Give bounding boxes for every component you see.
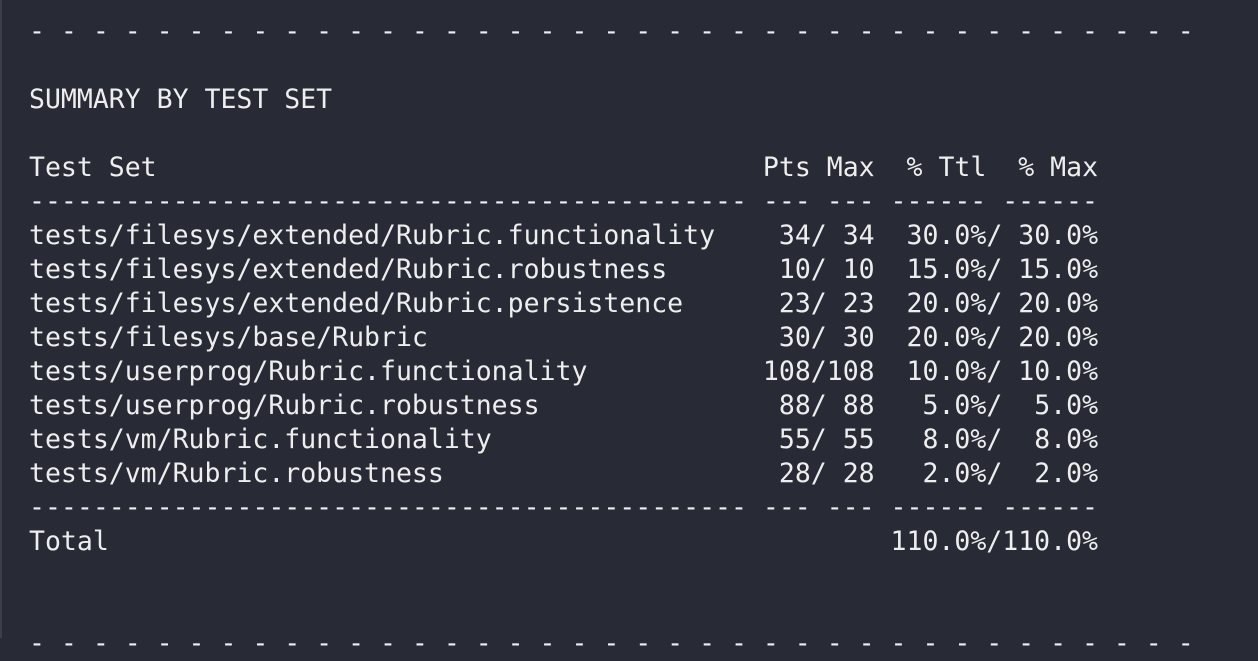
row-pct-ttl: 20.0% — [890, 322, 987, 353]
header-separator: ----------------------------------------… — [29, 186, 1098, 217]
footer-separator: ----------------------------------------… — [29, 492, 1098, 523]
row-pct-ttl: 2.0% — [890, 458, 987, 489]
bottom-dashed-rule: - - - - - - - - - - - - - - - - - - - - … — [29, 628, 1194, 659]
row-pct-max: 20.0% — [1002, 288, 1099, 319]
terminal-output: - - - - - - - - - - - - - - - - - - - - … — [29, 15, 1194, 661]
row-max: 10 — [826, 254, 875, 285]
row-test-set: tests/userprog/Rubric.robustness — [29, 390, 763, 421]
row-max: 28 — [826, 458, 875, 489]
total-pct-ttl: 110.0% — [890, 526, 987, 557]
row-test-set: tests/vm/Rubric.robustness — [29, 458, 763, 489]
row-pct-ttl: 20.0% — [890, 288, 987, 319]
summary-table-rows: tests/filesys/extended/Rubric.functional… — [29, 219, 1194, 491]
row-pts: 55 — [762, 424, 811, 455]
table-row: tests/userprog/Rubric.robustness 88/ 88 … — [29, 390, 1099, 421]
row-pts: 23 — [762, 288, 811, 319]
row-pts: 28 — [762, 458, 811, 489]
row-pct-ttl: 10.0% — [890, 356, 987, 387]
row-pts: 88 — [762, 390, 811, 421]
table-row: tests/vm/Rubric.functionality 55/ 55 8.0… — [29, 424, 1099, 455]
row-test-set: tests/userprog/Rubric.functionality — [29, 356, 763, 387]
header-pct-ttl: % Ttl — [906, 152, 987, 183]
table-row: tests/userprog/Rubric.functionality 108/… — [29, 356, 1099, 387]
total-pct-max: 110.0% — [1002, 526, 1098, 557]
header-pts: Pts — [762, 152, 811, 183]
summary-title: SUMMARY BY TEST SET — [29, 84, 333, 115]
row-max: 30 — [826, 322, 875, 353]
row-max: 23 — [826, 288, 875, 319]
row-test-set: tests/vm/Rubric.functionality — [29, 424, 763, 455]
table-row: tests/filesys/extended/Rubric.functional… — [29, 220, 1099, 251]
row-pct-max: 2.0% — [1002, 458, 1099, 489]
terminal-window: - - - - - - - - - - - - - - - - - - - - … — [0, 0, 1258, 659]
row-pct-ttl: 5.0% — [890, 390, 987, 421]
row-pts: 30 — [762, 322, 811, 353]
row-pct-max: 30.0% — [1002, 220, 1099, 251]
row-pct-max: 5.0% — [1002, 390, 1099, 421]
row-pct-max: 8.0% — [1002, 424, 1099, 455]
row-pts: 10 — [762, 254, 811, 285]
row-test-set: tests/filesys/extended/Rubric.persistenc… — [29, 288, 763, 319]
total-label: Total — [29, 526, 891, 557]
row-max: 108 — [826, 356, 875, 387]
top-dashed-rule: - - - - - - - - - - - - - - - - - - - - … — [29, 16, 1194, 47]
row-test-set: tests/filesys/extended/Rubric.robustness — [29, 254, 763, 285]
header-max: Max — [826, 152, 875, 183]
row-pct-ttl: 30.0% — [890, 220, 987, 251]
row-pts: 108 — [762, 356, 811, 387]
row-max: 55 — [826, 424, 875, 455]
header-test-set: Test Set — [29, 152, 763, 183]
row-test-set: tests/filesys/extended/Rubric.functional… — [29, 220, 763, 251]
row-pct-max: 10.0% — [1002, 356, 1099, 387]
row-pct-max: 20.0% — [1002, 322, 1099, 353]
table-row: tests/filesys/extended/Rubric.persistenc… — [29, 288, 1099, 319]
table-header: Test Set Pts Max % Ttl % Max — [29, 151, 1194, 185]
table-row: tests/filesys/base/Rubric 30/ 30 20.0%/ … — [29, 322, 1099, 353]
row-max: 34 — [826, 220, 875, 251]
row-test-set: tests/filesys/base/Rubric — [29, 322, 763, 353]
row-pct-ttl: 15.0% — [890, 254, 987, 285]
row-pct-max: 15.0% — [1002, 254, 1099, 285]
row-max: 88 — [826, 390, 875, 421]
table-row: tests/filesys/extended/Rubric.robustness… — [29, 254, 1099, 285]
header-pct-max: % Max — [1018, 152, 1099, 183]
table-row: tests/vm/Rubric.robustness 28/ 28 2.0%/ … — [29, 458, 1099, 489]
row-pts: 34 — [762, 220, 811, 251]
row-pct-ttl: 8.0% — [890, 424, 987, 455]
total-row: Total 110.0%/110.0% — [29, 526, 1098, 557]
